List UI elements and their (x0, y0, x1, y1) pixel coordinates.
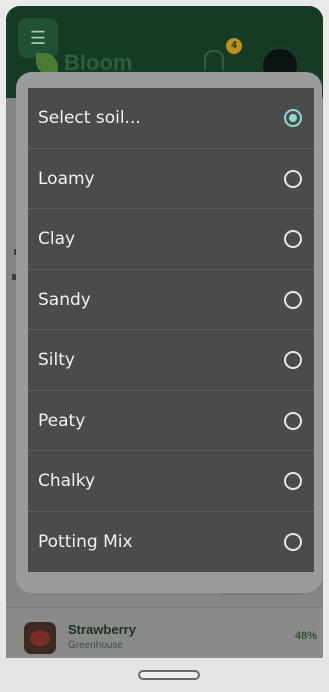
system-navigation-bar (0, 658, 329, 692)
plant-name: Strawberry (68, 622, 136, 637)
option-label: Loamy (38, 168, 95, 189)
menu-button[interactable]: ☰ (18, 18, 58, 58)
plant-thumbnail (24, 622, 56, 654)
soil-option-loamy[interactable]: Loamy (28, 149, 314, 209)
radio-icon[interactable] (284, 290, 302, 309)
soil-option-chalky[interactable]: Chalky (28, 451, 314, 512)
option-label: Potting Mix (38, 531, 133, 552)
menu-icon: ☰ (29, 27, 47, 48)
option-label: Peaty (38, 410, 86, 431)
option-label: Select soil... (38, 108, 141, 128)
radio-icon[interactable] (284, 230, 302, 248)
radio-icon[interactable] (284, 532, 302, 551)
option-label: Chalky (38, 471, 96, 491)
soil-option-select[interactable]: Select soil... (28, 88, 314, 149)
radio-icon[interactable] (284, 109, 302, 127)
bell-icon[interactable] (204, 50, 224, 70)
radio-icon[interactable] (284, 351, 302, 369)
option-label: Silty (38, 350, 75, 370)
home-gesture-pill[interactable] (138, 670, 200, 680)
option-label: Sandy (38, 289, 91, 310)
soil-option-silty[interactable]: Silty (28, 330, 314, 391)
plant-progress: 48% (294, 630, 317, 642)
radio-icon[interactable] (284, 472, 302, 490)
option-label: Clay (38, 229, 76, 249)
soil-option-clay[interactable]: Clay (28, 209, 314, 270)
soil-select-dialog: Select soil... Loamy Clay Sandy Silty Pe… (28, 88, 314, 572)
notification-badge: 4 (226, 38, 242, 54)
radio-icon[interactable] (284, 411, 302, 430)
soil-option-sandy[interactable]: Sandy (28, 270, 314, 330)
soil-option-potting-mix[interactable]: Potting Mix (28, 512, 314, 573)
plant-location: Greenhouse (68, 640, 124, 651)
soil-option-peaty[interactable]: Peaty (28, 391, 314, 451)
strawberry-image (30, 630, 50, 646)
radio-icon[interactable] (284, 169, 302, 188)
